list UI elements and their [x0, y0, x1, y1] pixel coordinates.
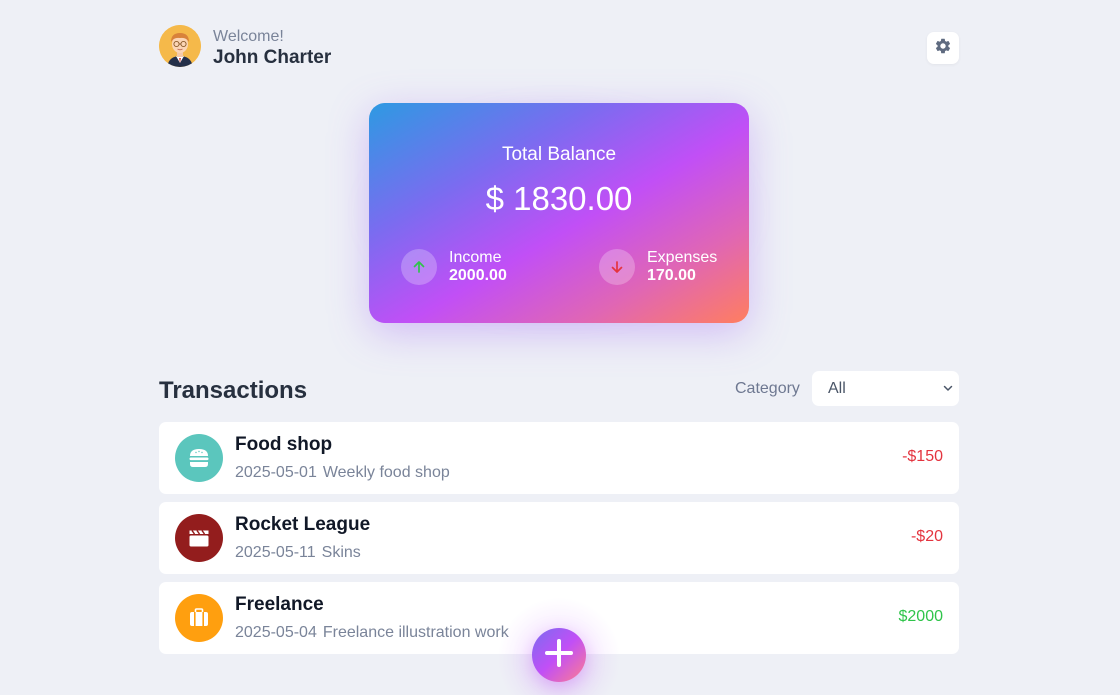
balance-amount: $ 1830.00: [485, 180, 633, 217]
welcome-text: Welcome!: [213, 28, 284, 45]
clapperboard-icon: [175, 514, 223, 562]
transaction-name: Freelance: [235, 594, 324, 615]
chevron-down-icon: [943, 371, 953, 420]
arrow-up-icon: [401, 249, 437, 285]
transaction-date: 2025-05-01: [235, 464, 317, 481]
transaction-row[interactable]: Food shop 2025-05-01 Weekly food shop -$1…: [159, 422, 959, 494]
header: Welcome! John Charter: [159, 24, 959, 68]
arrow-down-icon: [599, 249, 635, 285]
add-transaction-button[interactable]: [532, 628, 586, 682]
transactions-title: Transactions: [159, 377, 308, 404]
transaction-description: Weekly food shop: [322, 464, 450, 481]
transaction-meta: 2025-05-04 Freelance illustration work: [235, 624, 509, 642]
income-value: 2000.00: [449, 267, 507, 284]
plus-icon: [543, 637, 575, 674]
expenses-value: 170.00: [647, 267, 696, 284]
transaction-row[interactable]: Rocket League 2025-05-11 Skins -$20: [159, 502, 959, 574]
balance-card: Total Balance $ 1830.00 Income 2000.00 E…: [369, 103, 749, 323]
briefcase-icon: [175, 594, 223, 642]
gear-icon: [934, 37, 952, 60]
transaction-description: Skins: [321, 544, 361, 561]
transaction-description: Freelance illustration work: [322, 624, 509, 641]
transaction-date: 2025-05-11: [235, 544, 316, 561]
transaction-meta: 2025-05-01 Weekly food shop: [235, 464, 450, 482]
transaction-name: Rocket League: [235, 514, 371, 535]
app-container: Welcome! John Charter Total Balance $ 18…: [159, 0, 959, 695]
balance-label: Total Balance: [501, 144, 617, 165]
transaction-amount: $2000: [898, 608, 944, 625]
category-label: Category: [735, 380, 800, 397]
avatar[interactable]: [159, 25, 201, 67]
transaction-amount: -$20: [910, 528, 943, 545]
transaction-date: 2025-05-04: [235, 624, 317, 641]
burger-icon: [175, 434, 223, 482]
transaction-name: Food shop: [235, 434, 333, 455]
settings-button[interactable]: [927, 32, 959, 64]
username: John Charter: [213, 47, 332, 68]
expenses-label: Expenses: [647, 249, 718, 266]
transaction-amount: -$150: [902, 448, 943, 465]
income-label: Income: [449, 249, 502, 266]
category-selected-value: All: [828, 380, 846, 397]
category-select[interactable]: All: [812, 371, 959, 406]
transaction-meta: 2025-05-11 Skins: [235, 544, 361, 562]
